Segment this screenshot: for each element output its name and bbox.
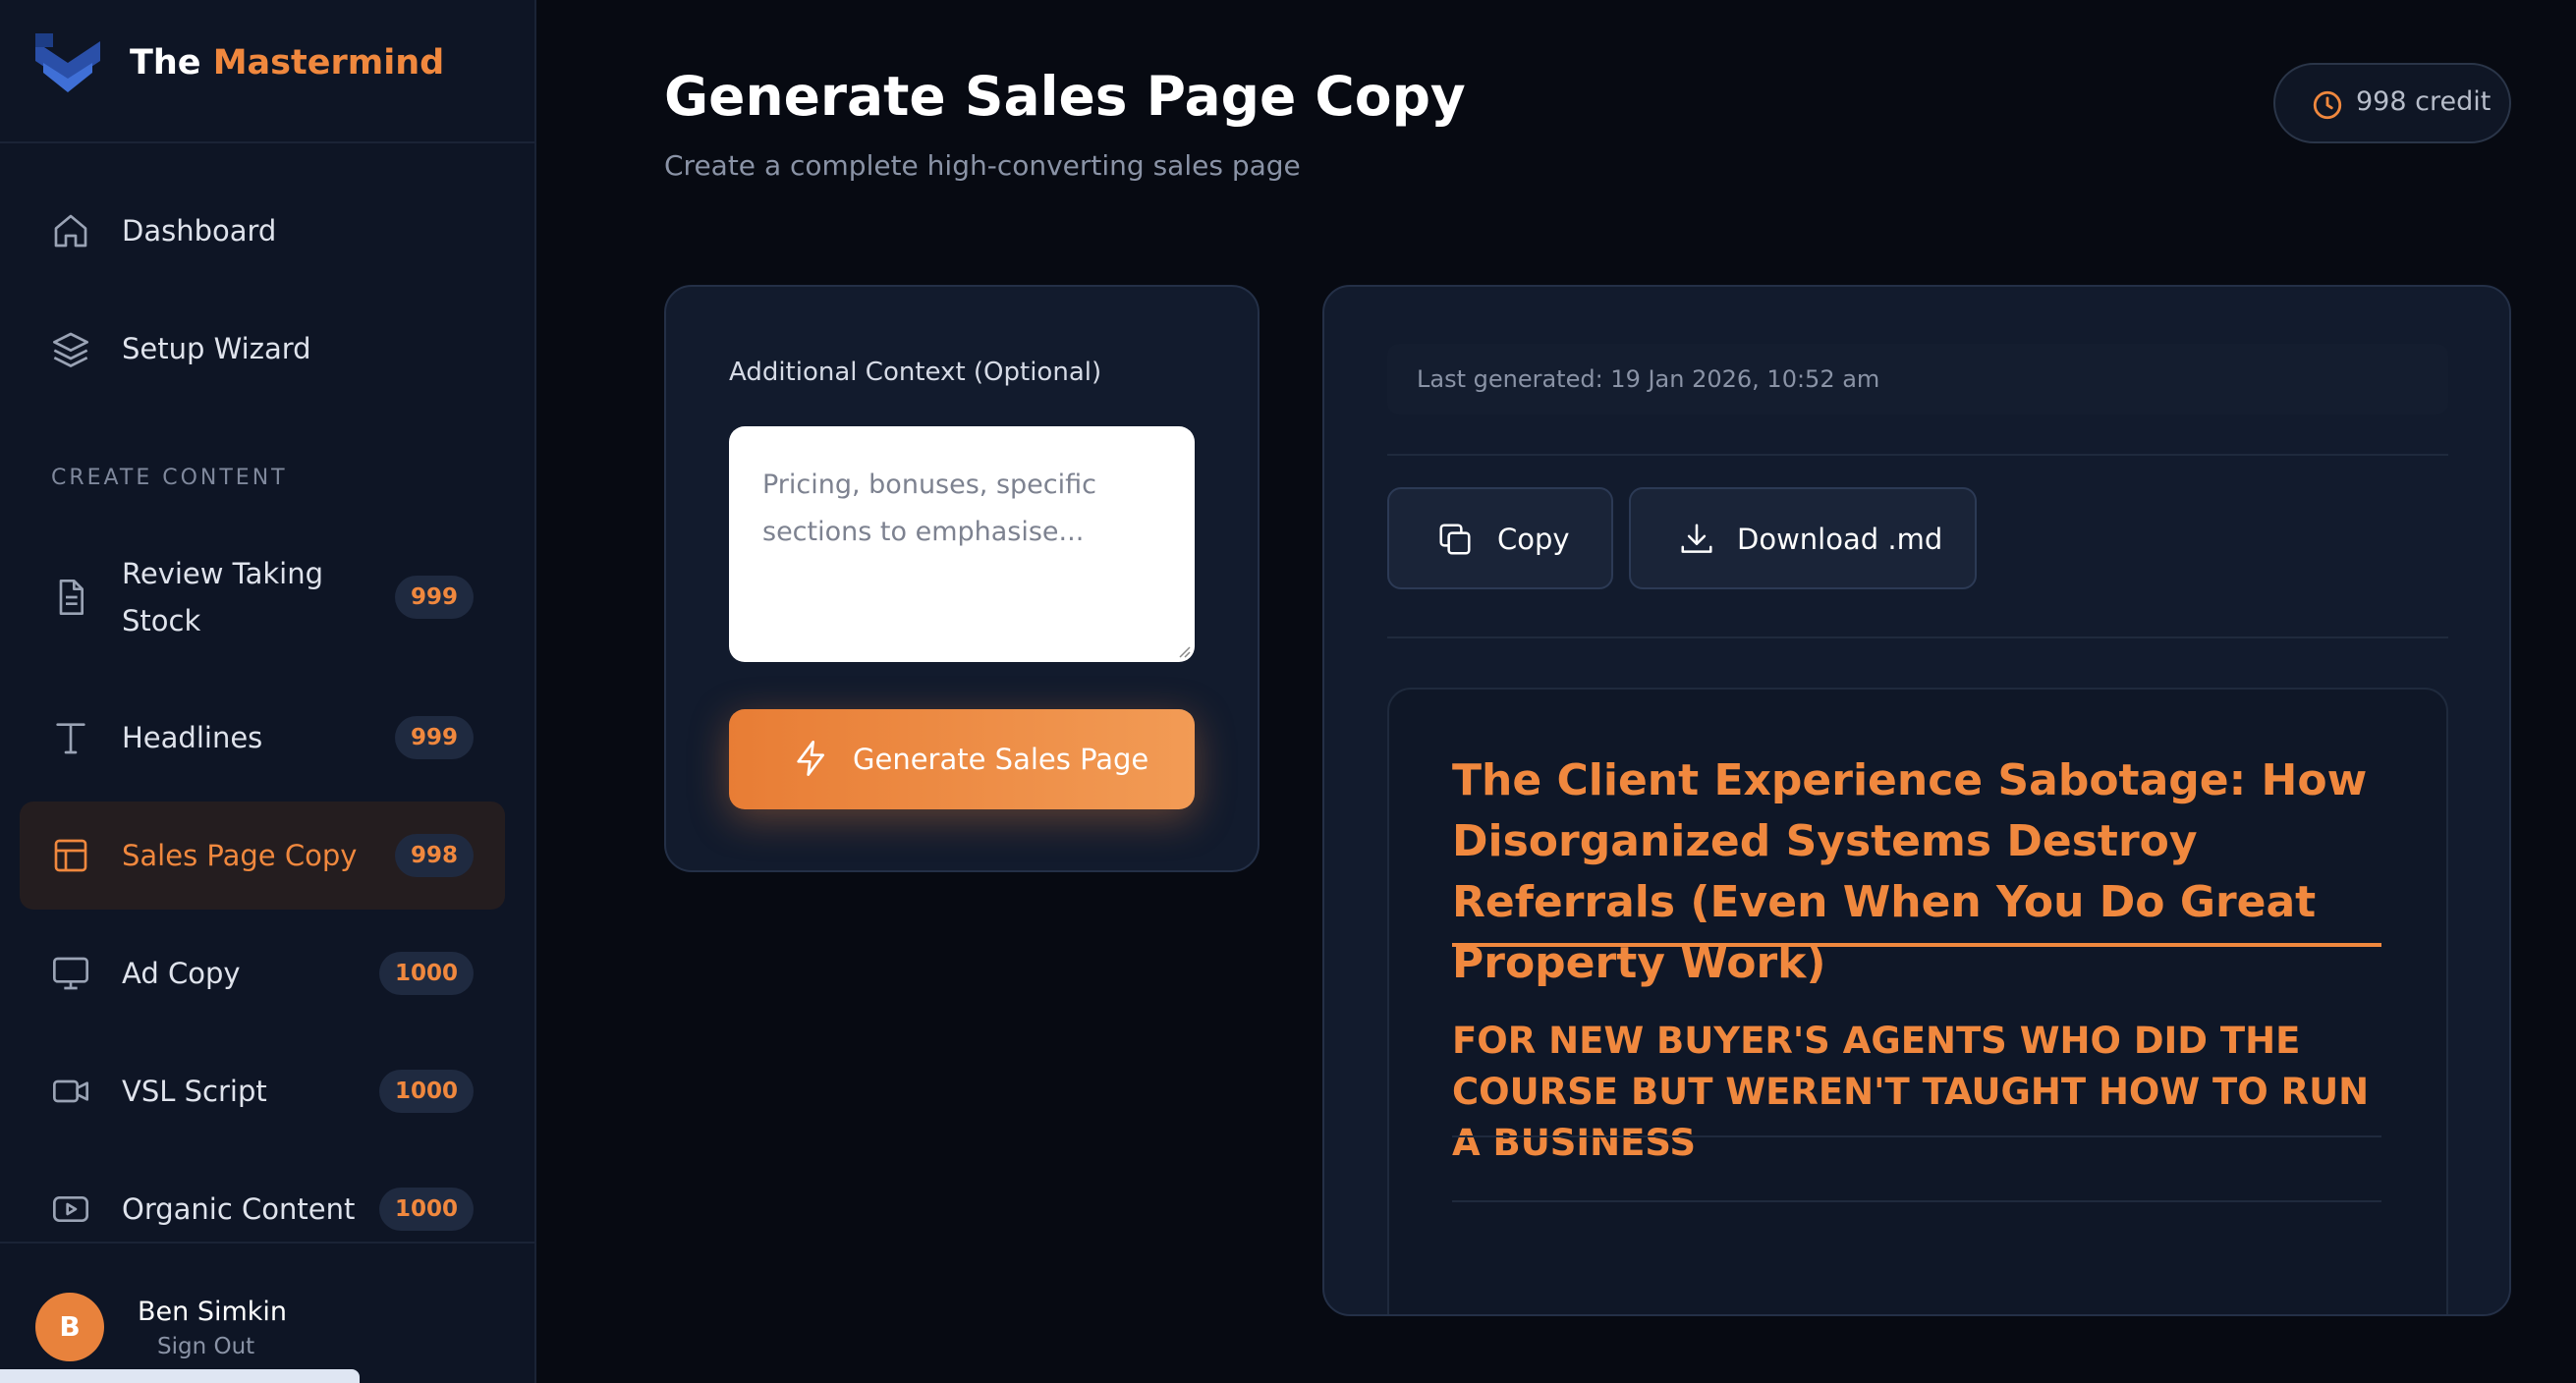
- layers-icon: [51, 329, 90, 368]
- sidebar-item-review-taking-stock[interactable]: Review Taking Stock 999: [20, 540, 505, 654]
- avatar[interactable]: B: [35, 1293, 104, 1361]
- monitor-icon: [51, 954, 90, 993]
- resize-handle-icon[interactable]: [1175, 642, 1191, 658]
- headline-rule: [1452, 943, 2381, 947]
- sales-page-headline: The Client Experience Sabotage: How Diso…: [1452, 755, 2368, 988]
- document-icon: [51, 578, 90, 617]
- sidebar-item-headlines[interactable]: Headlines 999: [20, 684, 505, 792]
- sidebar-item-sales-page-copy[interactable]: Sales Page Copy 998: [20, 802, 505, 910]
- context-label: Additional Context (Optional): [729, 358, 1102, 387]
- divider: [1387, 454, 2448, 456]
- brand: The Mastermind: [0, 0, 534, 143]
- credit-badge: 998: [394, 834, 474, 877]
- sidebar-item-dashboard[interactable]: Dashboard: [20, 177, 505, 285]
- sidebar-item-label: Sales Page Copy: [122, 839, 358, 872]
- lightning-icon: [792, 739, 831, 778]
- credit-balance-pill: 998 credit: [2273, 63, 2511, 143]
- user-name: Ben Simkin: [138, 1297, 288, 1327]
- divider: [1452, 1200, 2381, 1202]
- home-icon: [51, 211, 90, 250]
- credit-badge: 1000: [378, 1188, 474, 1231]
- sidebar-item-label: Dashboard: [122, 214, 277, 248]
- layout-icon: [51, 836, 90, 875]
- credit-badge: 1000: [378, 952, 474, 995]
- download-icon: [1678, 521, 1715, 558]
- sidebar-item-label: VSL Script: [122, 1075, 267, 1108]
- credit-badge: 1000: [378, 1070, 474, 1113]
- credit-count: 998 credit: [2356, 86, 2492, 117]
- copy-button[interactable]: Copy: [1387, 487, 1613, 589]
- sidebar-item-setup-wizard[interactable]: Setup Wizard: [20, 295, 505, 403]
- generated-copy-preview[interactable]: The Client Experience Sabotage: How Diso…: [1387, 688, 2448, 1314]
- output-card: Last generated: 19 Jan 2026, 10:52 am Co…: [1322, 285, 2511, 1316]
- sidebar-item-vsl-script[interactable]: VSL Script 1000: [20, 1037, 505, 1145]
- sidebar-item-label: Review Taking Stock: [122, 557, 324, 637]
- section-label-create-content: CREATE CONTENT: [51, 466, 288, 490]
- clock-icon: [2311, 88, 2344, 122]
- sidebar-item-label: Setup Wizard: [122, 332, 311, 365]
- page-title: Generate Sales Page Copy: [664, 65, 1466, 128]
- copy-button-label: Copy: [1497, 523, 1570, 556]
- type-icon: [51, 718, 90, 757]
- sidebar-item-label: Headlines: [122, 721, 263, 754]
- last-generated-timestamp: Last generated: 19 Jan 2026, 10:52 am: [1387, 344, 2448, 415]
- youtube-icon: [51, 1189, 90, 1229]
- generate-sales-page-button[interactable]: Generate Sales Page: [729, 709, 1195, 809]
- mastermind-logo-icon: [33, 33, 102, 96]
- sidebar-item-label: Organic Content: [122, 1192, 356, 1226]
- status-tooltip: [0, 1369, 360, 1383]
- brand-name[interactable]: The Mastermind: [130, 43, 444, 83]
- user-profile: B Ben Simkin Sign Out: [0, 1242, 534, 1383]
- sign-out-link[interactable]: Sign Out: [157, 1334, 254, 1359]
- divider: [1387, 636, 2448, 638]
- sidebar-item-ad-copy[interactable]: Ad Copy 1000: [20, 919, 505, 1027]
- credit-badge: 999: [394, 716, 474, 759]
- divider: [1452, 1135, 2381, 1137]
- video-icon: [51, 1072, 90, 1111]
- page-subtitle: Create a complete high-converting sales …: [664, 149, 1301, 182]
- sales-page-subheadline: FOR NEW BUYER'S AGENTS WHO DID THE COURS…: [1452, 1020, 2370, 1164]
- additional-context-textarea[interactable]: [729, 426, 1195, 662]
- credit-badge: 999: [394, 576, 474, 619]
- download-button-label: Download .md: [1737, 523, 1943, 556]
- sidebar: The Mastermind Dashboard Setup Wizard CR…: [0, 0, 536, 1383]
- generate-button-label: Generate Sales Page: [853, 743, 1149, 776]
- sidebar-item-label: Ad Copy: [122, 957, 241, 990]
- copy-icon: [1436, 521, 1474, 558]
- download-md-button[interactable]: Download .md: [1629, 487, 1977, 589]
- context-form-card: Additional Context (Optional) Generate S…: [664, 285, 1260, 872]
